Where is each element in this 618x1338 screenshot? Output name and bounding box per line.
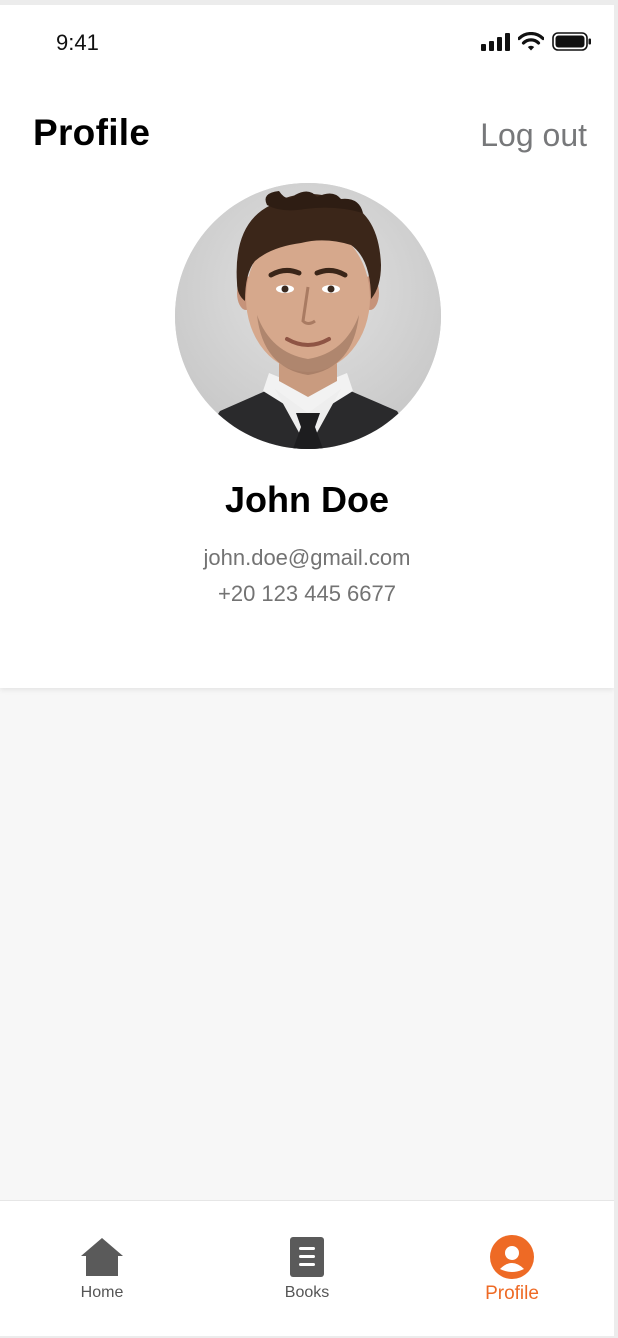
tab-profile-label: Profile (485, 1283, 539, 1304)
home-icon (81, 1238, 123, 1276)
profile-card: 9:41 Profile Log out John Doe john.doe@g… (0, 5, 614, 688)
user-phone: +20 123 445 6677 (217, 581, 396, 606)
phone-screen: 9:41 Profile Log out John Doe john.doe@g… (0, 5, 614, 1336)
tab-profile[interactable]: Profile (410, 1201, 614, 1336)
tab-books[interactable]: Books (205, 1201, 409, 1336)
status-bar: 9:41 (0, 5, 614, 85)
book-icon (290, 1237, 324, 1277)
status-icons (481, 32, 592, 51)
battery-icon (552, 32, 591, 51)
user-email: john.doe@gmail.com (203, 545, 411, 570)
tab-bar: Home Books Profile (0, 1200, 614, 1336)
user-icon (490, 1235, 534, 1279)
wifi-icon (518, 32, 544, 51)
tab-home[interactable]: Home (0, 1201, 204, 1336)
tab-books-label: Books (284, 1284, 330, 1301)
logout-button[interactable]: Log out (480, 117, 587, 154)
user-name: John Doe (224, 479, 389, 520)
avatar-photo (175, 183, 441, 449)
avatar (175, 183, 441, 449)
page-title: Profile (33, 112, 151, 153)
signal-icon (481, 32, 510, 51)
status-time: 9:41 (56, 30, 99, 55)
tab-home-label: Home (80, 1284, 124, 1301)
